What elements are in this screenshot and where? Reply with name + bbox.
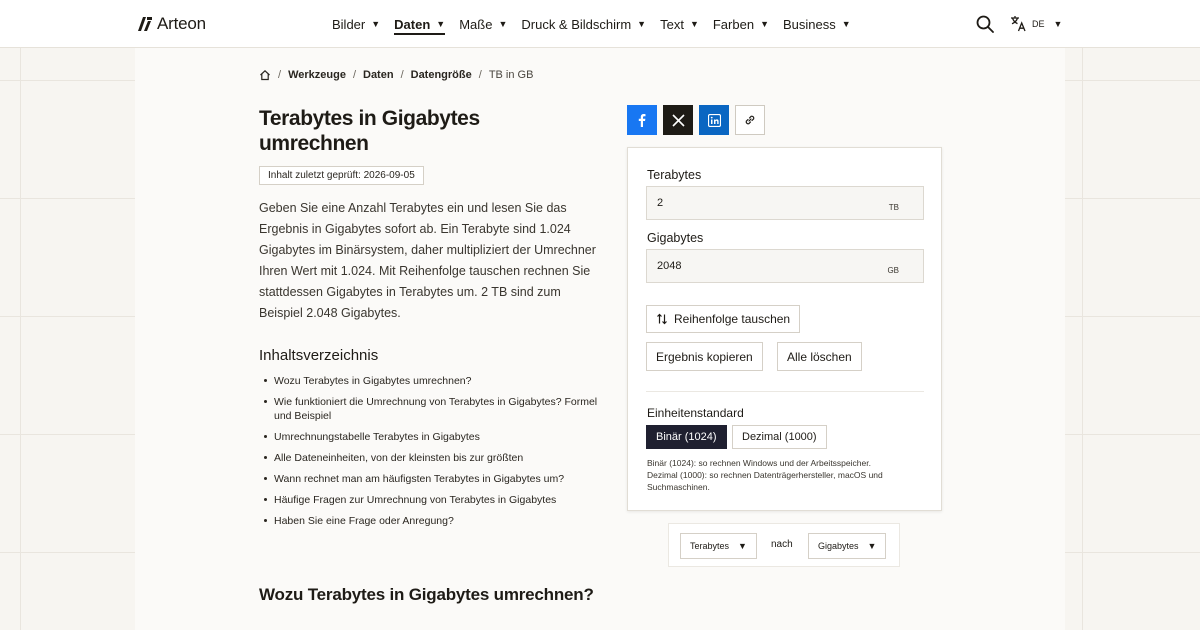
logo[interactable]: Arteon [137, 14, 206, 34]
terabytes-field[interactable]: TB [646, 186, 924, 220]
swap-order-label: Reihenfolge tauschen [674, 312, 791, 326]
caret-down-icon: ▼ [738, 541, 747, 551]
link-icon [745, 115, 755, 125]
note-decimal: Dezimal (1000): so rechnen Datenträgerhe… [647, 470, 883, 492]
clear-all-label: Alle löschen [787, 349, 852, 364]
review-date-badge: Inhalt zuletzt geprüft: 2026-09-05 [259, 166, 424, 185]
to-unit-select[interactable]: Gigabytes ▼ [808, 533, 887, 559]
nav-label: Maße [459, 16, 493, 32]
toc-link[interactable]: Wie funktioniert die Umrechnung von Tera… [264, 395, 604, 423]
output-label: Gigabytes [647, 231, 704, 245]
nav-item-daten[interactable]: Daten ▼ [394, 0, 446, 48]
language-code: DE [1032, 18, 1045, 29]
breadcrumb-separator: / [400, 69, 404, 81]
caret-down-icon: ▼ [760, 19, 769, 29]
caret-down-icon: ▼ [436, 19, 446, 29]
gigabytes-input[interactable] [647, 250, 877, 282]
toc-link[interactable]: Umrechnungstabelle Terabytes in Gigabyte… [264, 430, 604, 444]
swap-vertical-icon [657, 313, 667, 325]
input-label: Terabytes [647, 168, 702, 182]
binary-standard-option[interactable]: Binär (1024) [646, 425, 727, 449]
breadcrumb-separator: / [352, 69, 356, 81]
unit-standard-label: Einheitenstandard [647, 406, 744, 420]
language-switcher[interactable]: DE ▼ [1010, 15, 1062, 32]
caret-down-icon: ▼ [841, 19, 851, 29]
breadcrumb-separator: / [278, 69, 282, 81]
toc-title: Inhaltsverzeichnis [259, 347, 379, 364]
nav-label: Business [782, 16, 836, 32]
terabytes-input[interactable] [647, 187, 877, 219]
nav-label: Druck & Bildschirm [521, 16, 632, 32]
breadcrumb-separator: / [478, 69, 482, 81]
caret-down-icon: ▼ [371, 19, 381, 29]
toc-link[interactable]: Alle Dateneinheiten, von der kleinsten b… [264, 451, 604, 465]
caret-down-icon: ▼ [498, 19, 508, 29]
nav-label: Bilder [332, 16, 366, 32]
toc-link[interactable]: Wozu Terabytes in Gigabytes umrechnen? [264, 374, 604, 388]
section-title: Wozu Terabytes in Gigabytes umrechnen? [259, 585, 594, 604]
arteon-logo-icon [138, 17, 152, 31]
toc-link[interactable]: Haben Sie eine Frage oder Anregung? [264, 514, 604, 528]
copy-link-button[interactable] [735, 105, 765, 135]
clear-all-button[interactable]: Alle löschen [777, 342, 862, 371]
nav-item-masse[interactable]: Maße ▼ [459, 0, 507, 48]
unit-suffix-gb: GB [887, 266, 899, 275]
share-x-button[interactable] [663, 105, 693, 135]
site-header: Arteon Bilder ▼ Daten ▼ Maße ▼ Druck & B… [0, 0, 1200, 48]
translate-icon [1011, 16, 1026, 32]
toc-link[interactable]: Häufige Fragen zur Umrechnung von Teraby… [264, 493, 604, 507]
facebook-icon [638, 114, 646, 127]
breadcrumb-link-werkzeuge[interactable]: Werkzeuge [288, 69, 346, 81]
copy-result-button[interactable]: Ergebnis kopieren [646, 342, 763, 371]
breadcrumb-link-datengroesse[interactable]: Datengröße [411, 69, 472, 81]
main-nav: Bilder ▼ Daten ▼ Maße ▼ Druck & Bildschi… [332, 0, 865, 48]
page-title: Terabytes in Gigabytes umrechnen [259, 107, 480, 155]
unit-pair-selector: Terabytes ▼ nach Gigabytes ▼ [668, 523, 900, 567]
share-linkedin-button[interactable] [699, 105, 729, 135]
nav-item-bilder[interactable]: Bilder ▼ [332, 0, 380, 48]
copy-result-label: Ergebnis kopieren [656, 349, 753, 364]
breadcrumb-link-daten[interactable]: Daten [363, 69, 394, 81]
caret-down-icon: ▼ [689, 19, 699, 29]
unit-suffix-tb: TB [888, 203, 899, 212]
table-of-contents: Wozu Terabytes in Gigabytes umrechnen? W… [264, 374, 604, 535]
divider [646, 391, 924, 392]
logo-text: Arteon [157, 14, 206, 33]
converter-card: Terabytes TB Gigabytes GB Reihenfolge ta… [627, 147, 942, 511]
caret-down-icon: ▼ [637, 19, 647, 29]
share-bar [627, 105, 765, 135]
decimal-standard-option[interactable]: Dezimal (1000) [732, 425, 827, 449]
share-facebook-button[interactable] [627, 105, 657, 135]
from-unit-select[interactable]: Terabytes ▼ [680, 533, 757, 559]
unit-standard-note: Binär (1024): so rechnen Windows und der… [647, 457, 927, 493]
search-icon[interactable] [976, 15, 994, 33]
connector-text: nach [771, 539, 793, 550]
toc-link[interactable]: Wann rechnet man am häufigsten Terabytes… [264, 472, 604, 486]
x-icon [671, 113, 685, 127]
from-unit-value: Terabytes [690, 541, 730, 551]
nav-item-text[interactable]: Text ▼ [660, 0, 699, 48]
breadcrumb: / Werkzeuge / Daten / Datengröße / TB in… [259, 69, 533, 81]
nav-label: Farben [712, 16, 755, 32]
linkedin-icon [707, 113, 721, 127]
intro-paragraph: Geben Sie eine Anzahl Terabytes ein und … [259, 201, 596, 320]
to-unit-value: Gigabytes [818, 541, 859, 551]
nav-item-business[interactable]: Business ▼ [783, 0, 851, 48]
nav-item-farben[interactable]: Farben ▼ [713, 0, 769, 48]
breadcrumb-current: TB in GB [488, 69, 534, 81]
swap-order-button[interactable]: Reihenfolge tauschen [646, 305, 801, 333]
nav-label: Daten [394, 16, 431, 32]
note-binary: Binär (1024): so rechnen Windows und der… [647, 458, 871, 468]
caret-down-icon: ▼ [867, 541, 877, 551]
gigabytes-field[interactable]: GB [646, 249, 924, 283]
nav-item-druck-bildschirm[interactable]: Druck & Bildschirm ▼ [521, 0, 646, 48]
home-icon[interactable] [259, 69, 271, 81]
caret-down-icon: ▼ [1053, 18, 1063, 29]
nav-label: Text [660, 16, 684, 32]
